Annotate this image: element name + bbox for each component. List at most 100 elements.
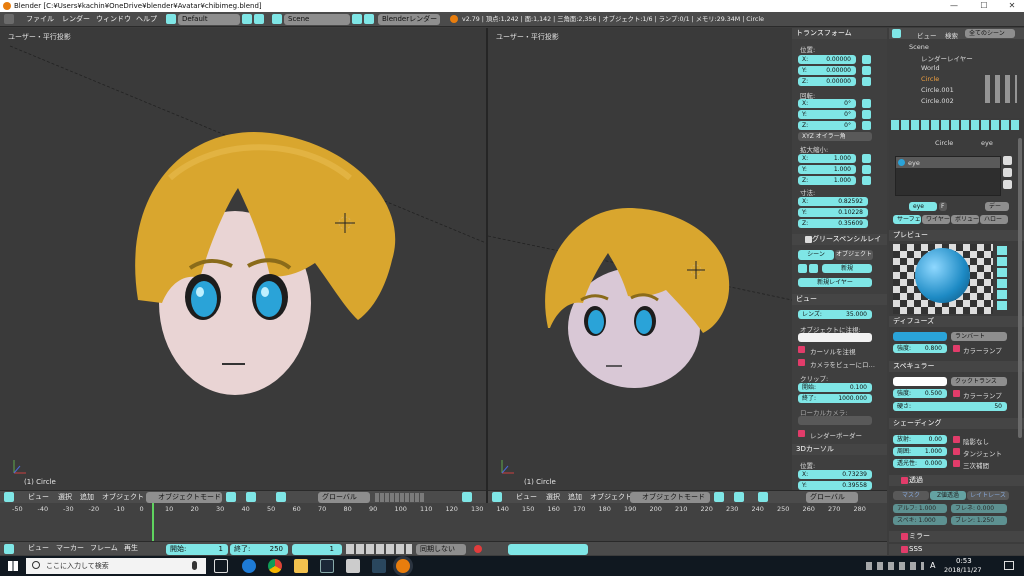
lock-icon[interactable]	[862, 121, 871, 130]
ambient-field[interactable]: 周囲: 1.000	[893, 447, 947, 456]
playback-controls[interactable]	[346, 544, 412, 554]
current-frame-line[interactable]	[152, 503, 154, 543]
specular-ramp-checkbox[interactable]	[953, 390, 960, 397]
mirror-panel-header[interactable]: ミラー	[889, 531, 1024, 542]
object-tab-button[interactable]: オブジェクト	[835, 250, 873, 260]
orientation-select[interactable]: グローバル	[806, 492, 858, 503]
diffuse-ramp-checkbox[interactable]	[953, 345, 960, 352]
menu-file[interactable]: ファイル	[26, 12, 54, 27]
transform-panel-header[interactable]: トランスフォーム	[792, 28, 887, 39]
rot-x-field[interactable]: X: 0°	[798, 99, 856, 108]
timeline-menu-playback[interactable]: 再生	[124, 542, 138, 555]
trans-zvalue-tab[interactable]: Z値透過	[930, 491, 966, 500]
rot-z-field[interactable]: Z: 0°	[798, 121, 856, 130]
outliner-item-world[interactable]: World	[921, 64, 940, 72]
slot-menu-icon[interactable]	[1003, 180, 1012, 189]
add-layout-icon[interactable]	[242, 14, 252, 24]
record-icon[interactable]	[474, 545, 482, 553]
explorer-icon[interactable]	[294, 559, 308, 573]
properties-scrollbar[interactable]	[1018, 138, 1022, 438]
hardness-field[interactable]: 硬さ: 50	[893, 402, 1007, 411]
scale-y-field[interactable]: Y: 1.000	[798, 165, 856, 174]
editor-type-icon[interactable]	[492, 492, 502, 502]
diffuse-panel-header[interactable]: ディフューズ	[889, 316, 1024, 327]
minimize-button[interactable]: —	[940, 0, 968, 12]
end-frame-field[interactable]: 終了: 250	[230, 544, 288, 555]
mode-select[interactable]: オブジェクトモード	[146, 492, 222, 503]
rot-y-field[interactable]: Y: 0°	[798, 110, 856, 119]
fresnel-field[interactable]: フレネ: 0.000	[951, 504, 1007, 513]
keying-set-field[interactable]	[508, 544, 588, 555]
transparency-checkbox[interactable]	[901, 477, 908, 484]
sync-select[interactable]: 同期しない	[416, 544, 466, 555]
remove-scene-icon[interactable]	[364, 14, 374, 24]
diffuse-color-swatch[interactable]	[893, 332, 947, 341]
maximize-button[interactable]: ☐	[970, 0, 998, 12]
shading-icon[interactable]	[226, 492, 236, 502]
scale-z-field[interactable]: Z: 1.000	[798, 176, 856, 185]
windows-start-icon[interactable]	[8, 561, 18, 571]
ime-indicator[interactable]: A	[930, 561, 935, 570]
lock-icon[interactable]	[862, 55, 871, 64]
task-view-icon[interactable]	[214, 559, 228, 573]
transparency-panel-header[interactable]: 透過	[889, 475, 1024, 486]
preview-type-buttons[interactable]	[997, 246, 1007, 312]
layout-select[interactable]: Default	[178, 14, 240, 25]
cursor-x-field[interactable]: X: 0.73239	[798, 470, 872, 479]
outliner-item-scene[interactable]: Scene	[909, 43, 929, 51]
diffuse-shader-select[interactable]: ランバート	[951, 332, 1007, 341]
mode-select[interactable]: オブジェクトモード	[630, 492, 710, 503]
outliner-item-circle-001[interactable]: Circle.001	[921, 86, 954, 94]
scale-x-field[interactable]: X: 1.000	[798, 154, 856, 163]
material-data-select[interactable]: デー	[985, 202, 1009, 211]
remove-slot-icon[interactable]	[1003, 168, 1012, 177]
specular-intensity-field[interactable]: 強度: 0.500	[893, 389, 947, 398]
steam-icon-2[interactable]	[372, 559, 386, 573]
editor-type-icon[interactable]	[892, 29, 901, 38]
layer-buttons[interactable]	[375, 493, 425, 502]
dim-z-field[interactable]: Z: 0.35609	[798, 219, 868, 228]
dim-x-field[interactable]: X: 0.82592	[798, 197, 868, 206]
lock-icon[interactable]	[862, 176, 871, 185]
local-camera-field[interactable]	[798, 416, 872, 425]
render-border-checkbox[interactable]	[798, 430, 805, 437]
cursor-y-field[interactable]: Y: 0.39558	[798, 481, 872, 490]
cubic-checkbox[interactable]	[953, 460, 960, 467]
add-slot-icon[interactable]	[1003, 156, 1012, 165]
lock-cursor-checkbox[interactable]	[798, 346, 805, 353]
3d-viewport-left[interactable]: ユーザー・平行投影 (1) Circle	[0, 28, 486, 490]
editor-type-icon[interactable]	[4, 544, 14, 554]
pencil-icon[interactable]	[798, 264, 807, 273]
steam-icon[interactable]	[320, 559, 334, 573]
new-layer-button[interactable]: 新規レイヤー	[798, 278, 872, 287]
tab-wire[interactable]: ワイヤー	[922, 215, 950, 224]
outliner-menu-view[interactable]: ビュー	[917, 30, 937, 40]
notification-icon[interactable]	[1004, 561, 1014, 570]
outliner-item-render-layers[interactable]: レンダーレイヤー	[921, 53, 973, 63]
outliner-menu-search[interactable]: 検索	[945, 30, 958, 40]
manipulator-icon[interactable]	[276, 492, 286, 502]
pivot-icon[interactable]	[246, 492, 256, 502]
3d-cursor-header[interactable]: 3Dカーソル	[792, 444, 887, 455]
lock-icon[interactable]	[862, 165, 871, 174]
manipulator-icon[interactable]	[758, 492, 768, 502]
snap-icon[interactable]	[462, 492, 472, 502]
scene-select[interactable]: Scene	[284, 14, 350, 25]
editor-type-icon[interactable]	[4, 492, 14, 502]
close-button[interactable]: ✕	[998, 0, 1024, 12]
tray-icons[interactable]	[866, 562, 924, 570]
taskbar-search-box[interactable]: ここに入力して検索	[26, 558, 206, 574]
clip-end-field[interactable]: 終了: 1000.000	[798, 394, 872, 403]
sss-panel-header[interactable]: SSS	[889, 544, 1024, 555]
menu-render[interactable]: レンダー	[62, 12, 90, 27]
lock-icon[interactable]	[862, 77, 871, 86]
loc-y-field[interactable]: Y: 0.00000	[798, 66, 856, 75]
preview-panel-header[interactable]: プレビュー	[889, 230, 1024, 241]
start-frame-field[interactable]: 開始: 1	[166, 544, 228, 555]
new-grease-button[interactable]: 新規	[822, 264, 872, 273]
current-frame-field[interactable]: 1	[292, 544, 342, 555]
alpha-field[interactable]: アルフ: 1.000	[893, 504, 947, 513]
lens-field[interactable]: レンズ: 35.000	[798, 310, 872, 319]
edge-icon[interactable]	[242, 559, 256, 573]
outliner-filter-select[interactable]: 全てのシーン	[965, 29, 1015, 38]
